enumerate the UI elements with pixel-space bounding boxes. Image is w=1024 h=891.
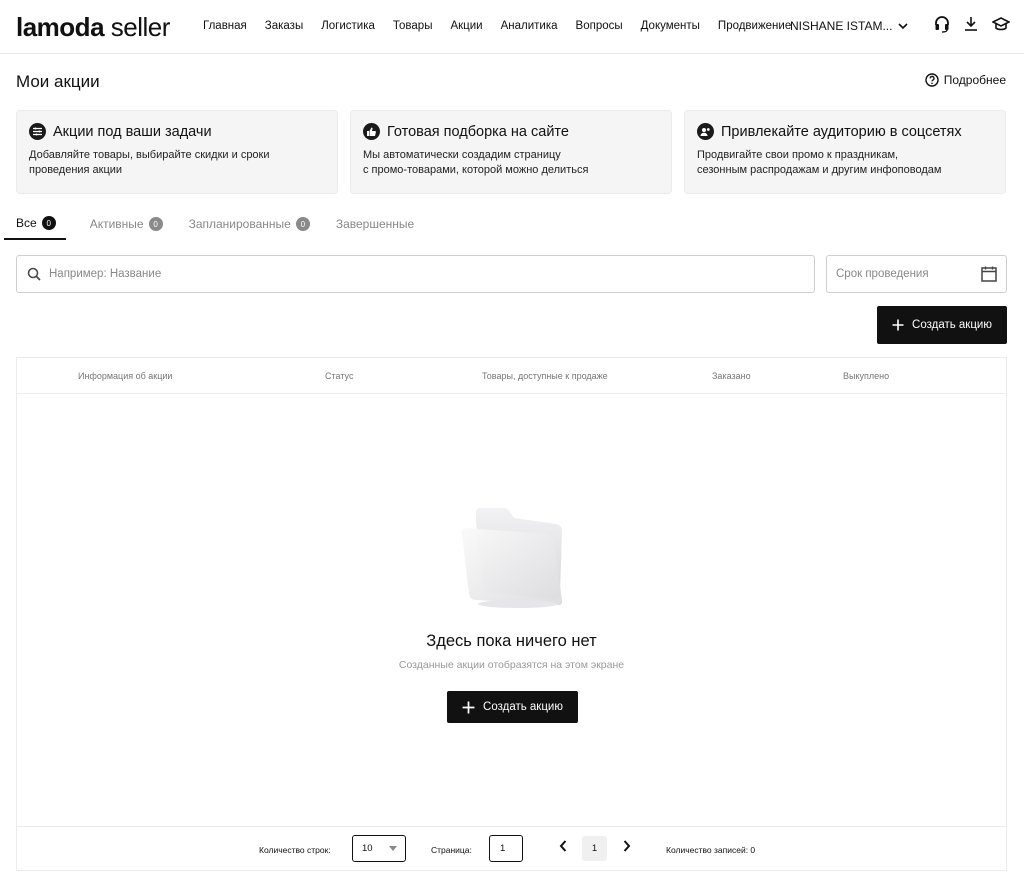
- column-header[interactable]: Статус: [325, 371, 353, 381]
- calendar-icon: [981, 266, 997, 282]
- tab-all[interactable]: Все 0: [4, 216, 66, 240]
- feature-card: Акции под ваши задачи Добавляйте товары,…: [16, 110, 338, 194]
- tab-label: Активные: [89, 217, 144, 231]
- records-count: Количество записей: 0: [666, 845, 756, 855]
- logo-brand: lamoda: [16, 12, 105, 42]
- column-header[interactable]: Товары, доступные к продаже: [482, 371, 608, 381]
- feature-card-body: Продвигайте свои промо к праздникам, сез…: [697, 149, 942, 176]
- page-label: Страница:: [431, 845, 472, 855]
- plus-icon: [462, 701, 475, 713]
- tab-label: Запланированные: [188, 217, 291, 231]
- empty-folder-icon: [461, 508, 563, 608]
- feature-cards: Акции под ваши задачи Добавляйте товары,…: [16, 110, 1006, 194]
- rows-per-page-label: Количество строк:: [259, 845, 331, 855]
- chevron-down-icon: [898, 22, 909, 29]
- more-info-label: Подробнее: [943, 73, 1006, 87]
- feature-card: Готовая подборка на сайте Мы автоматичес…: [350, 110, 672, 194]
- page-number-input[interactable]: 1: [489, 835, 523, 862]
- headset-icon[interactable]: [934, 15, 950, 33]
- create-promotion-button[interactable]: Создать акцию: [877, 306, 1007, 344]
- feature-card-body: Добавляйте товары, выбирайте скидки и ср…: [29, 149, 270, 176]
- more-info-link[interactable]: Подробнее: [925, 73, 1006, 87]
- rows-per-page-value: 10: [362, 843, 373, 854]
- download-icon[interactable]: [964, 16, 978, 32]
- empty-state: Здесь пока ничего нет Созданные акции от…: [17, 394, 1006, 827]
- sliders-icon: [29, 123, 46, 140]
- chevron-right-icon[interactable]: [623, 840, 631, 852]
- column-header[interactable]: Заказано: [712, 371, 751, 381]
- caret-down-icon: [388, 846, 397, 851]
- date-range-placeholder: Срок проведения: [836, 268, 929, 280]
- search-box: [16, 255, 815, 293]
- top-bar: lamoda seller Главная Заказы Логистика Т…: [0, 0, 1024, 54]
- graduation-cap-icon[interactable]: [992, 16, 1010, 32]
- feature-card-title: Привлекайте аудиторию в соцсетях: [721, 123, 962, 140]
- chevron-left-icon[interactable]: [559, 840, 567, 852]
- nav-item-logistics[interactable]: Логистика: [321, 20, 375, 32]
- header-icons: [934, 15, 1010, 33]
- plus-icon: [892, 319, 904, 331]
- account-name: NISHANE ISTAM...: [790, 19, 893, 33]
- table-footer: Количество строк: 10 Страница: 1 1 Колич…: [17, 826, 1006, 870]
- nav-item-products[interactable]: Товары: [393, 20, 433, 32]
- search-input[interactable]: [49, 268, 769, 280]
- column-header[interactable]: Выкуплено: [843, 371, 889, 381]
- nav-item-home[interactable]: Главная: [203, 20, 247, 32]
- create-promotion-label: Создать акцию: [483, 701, 563, 713]
- feature-card-body: Мы автоматически создадим страницу с про…: [363, 149, 589, 176]
- count-badge: 0: [148, 217, 163, 231]
- create-promotion-label: Создать акцию: [912, 319, 992, 331]
- logo-sub: seller: [110, 12, 171, 42]
- feature-card-title: Акции под ваши задачи: [53, 123, 212, 140]
- tab-scheduled[interactable]: Запланированные 0: [187, 216, 312, 240]
- rows-per-page-select[interactable]: 10: [352, 835, 406, 862]
- status-tabs: Все 0 Активные 0 Запланированные 0 Завер…: [4, 216, 438, 240]
- current-page-button[interactable]: 1: [582, 836, 607, 861]
- search-icon: [27, 267, 41, 281]
- account-menu[interactable]: NISHANE ISTAM...: [790, 19, 909, 33]
- feature-card-title: Готовая подборка на сайте: [387, 123, 569, 140]
- table-header: Информация об акции Статус Товары, досту…: [17, 358, 1006, 394]
- column-header[interactable]: Информация об акции: [78, 371, 172, 381]
- page-title: Мои акции: [16, 72, 100, 91]
- current-page-number: 1: [591, 843, 598, 854]
- main-nav: Главная Заказы Логистика Товары Акции Ан…: [203, 20, 809, 32]
- nav-item-analytics[interactable]: Аналитика: [501, 20, 558, 32]
- count-badge: 0: [41, 216, 56, 230]
- thumbs-up-icon: [363, 123, 380, 140]
- logo[interactable]: lamoda seller: [16, 12, 170, 43]
- nav-item-promotions[interactable]: Акции: [450, 20, 482, 32]
- tab-label: Все: [16, 216, 37, 230]
- empty-state-subtitle: Созданные акции отобразятся на этом экра…: [398, 659, 625, 671]
- tab-active[interactable]: Активные 0: [88, 216, 165, 240]
- nav-item-orders[interactable]: Заказы: [265, 20, 303, 32]
- promotions-table: Информация об акции Статус Товары, досту…: [16, 357, 1007, 871]
- people-icon: [697, 123, 714, 140]
- tab-label: Завершенные: [335, 217, 415, 231]
- question-circle-icon: [925, 73, 939, 87]
- empty-state-title: Здесь пока ничего нет: [426, 632, 597, 650]
- nav-item-documents[interactable]: Документы: [641, 20, 700, 32]
- page-number-value: 1: [500, 843, 506, 854]
- feature-card: Привлекайте аудиторию в соцсетях Продвиг…: [684, 110, 1006, 194]
- tab-completed[interactable]: Завершенные: [334, 216, 416, 240]
- count-badge: 0: [295, 217, 310, 231]
- create-promotion-button[interactable]: Создать акцию: [447, 691, 578, 723]
- date-range-field[interactable]: Срок проведения: [826, 255, 1007, 293]
- nav-item-questions[interactable]: Вопросы: [576, 20, 623, 32]
- nav-item-advertising[interactable]: Продвижение: [718, 20, 791, 32]
